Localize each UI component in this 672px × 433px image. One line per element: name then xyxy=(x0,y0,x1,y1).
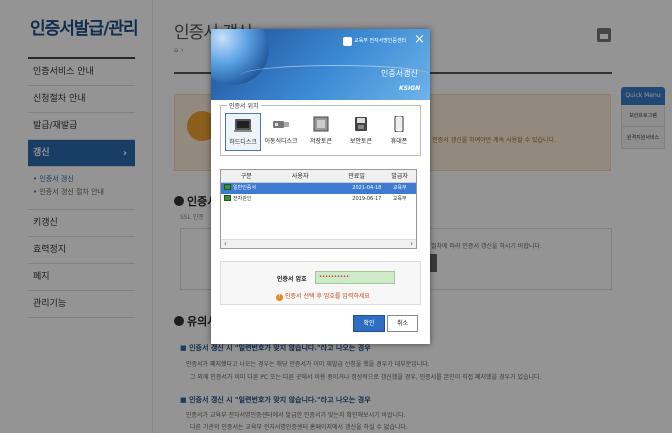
cell-issuer: 교육부 xyxy=(392,196,407,202)
token-icon xyxy=(313,116,329,132)
location-security-token[interactable]: 보안토큰 xyxy=(343,113,379,151)
phone-icon xyxy=(394,116,404,132)
cert-location-group: 인증서 위치 하드디스크 이동식디스크 저장토큰 보안토큰 휴대폰 xyxy=(220,101,421,156)
cell-type: 일반인증서 xyxy=(221,183,269,194)
dialog-header: 교육부 전자서명인증센터 × 인증서갱신 KSIGN xyxy=(211,29,430,100)
cell-expiry: 2019-06-17 xyxy=(352,196,382,202)
location-label: 하드디스크 xyxy=(229,139,257,146)
info-icon: ! xyxy=(276,294,283,301)
password-label: 인증서 암호 xyxy=(277,276,307,283)
cell-expiry: 2021-04-18 xyxy=(352,185,382,191)
password-hint: ! 인증서 선택 후 암호를 입력하세요 xyxy=(276,291,370,301)
table-row[interactable]: 일반인증서 2021-04-18 교육부 xyxy=(221,183,416,194)
cert-list-table: 구분 사용자 만료일 발급자 일반인증서 2021-04-18 교육부 전자관인… xyxy=(220,169,417,249)
column-header-expiry[interactable]: 만료일 xyxy=(332,170,383,182)
dialog-title: 인증서갱신 xyxy=(381,69,418,78)
location-storage-token[interactable]: 저장토큰 xyxy=(303,113,339,151)
location-label: 저장토큰 xyxy=(309,138,333,145)
password-hint-text: 인증서 선택 후 암호를 입력하세요 xyxy=(285,293,370,300)
ok-button[interactable]: 확인 xyxy=(353,315,385,332)
certificate-icon xyxy=(224,184,231,190)
brand-logo: KSIGN xyxy=(399,85,421,92)
cell-user xyxy=(269,183,332,194)
table-header: 구분 사용자 만료일 발급자 xyxy=(221,170,416,183)
password-section: 인증서 암호 •••••••••• ! 인증서 선택 후 암호를 입력하세요 xyxy=(220,261,421,305)
location-phone[interactable]: 휴대폰 xyxy=(381,113,417,151)
cancel-button[interactable]: 취소 xyxy=(387,315,418,332)
column-header-issuer[interactable]: 발급자 xyxy=(383,170,416,182)
cell-issuer: 교육부 xyxy=(392,185,407,191)
certificate-icon xyxy=(224,195,231,201)
cert-location-legend: 인증서 위치 xyxy=(227,101,261,110)
cell-user xyxy=(269,194,332,205)
column-header-user[interactable]: 사용자 xyxy=(269,170,332,182)
security-token-icon xyxy=(355,117,367,131)
location-hdd[interactable]: 하드디스크 xyxy=(225,113,261,151)
org-name: 교육부 전자서명인증센터 xyxy=(354,38,407,44)
location-label: 휴대폰 xyxy=(390,138,408,145)
table-row[interactable]: 전자관인 2019-06-17 교육부 xyxy=(221,194,416,205)
scroll-left-icon[interactable]: ‹ xyxy=(224,240,227,248)
hdd-icon xyxy=(234,119,252,132)
horizontal-scrollbar[interactable]: ‹ › xyxy=(221,239,416,248)
password-input[interactable]: •••••••••• xyxy=(315,271,395,284)
location-label: 이동식디스크 xyxy=(264,138,298,145)
usb-icon xyxy=(273,121,289,128)
cell-type: 전자관인 xyxy=(221,194,269,205)
location-label: 보안토큰 xyxy=(349,138,373,145)
cell-type-text: 전자관인 xyxy=(233,196,252,202)
close-icon[interactable]: × xyxy=(414,33,425,46)
org-logo-icon xyxy=(343,37,352,46)
location-removable[interactable]: 이동식디스크 xyxy=(263,113,299,151)
cert-renew-dialog: 교육부 전자서명인증센터 × 인증서갱신 KSIGN 인증서 위치 하드디스크 … xyxy=(211,29,430,344)
cell-type-text: 일반인증서 xyxy=(233,185,257,191)
column-header-type[interactable]: 구분 xyxy=(221,170,269,182)
scroll-right-icon[interactable]: › xyxy=(410,240,413,248)
